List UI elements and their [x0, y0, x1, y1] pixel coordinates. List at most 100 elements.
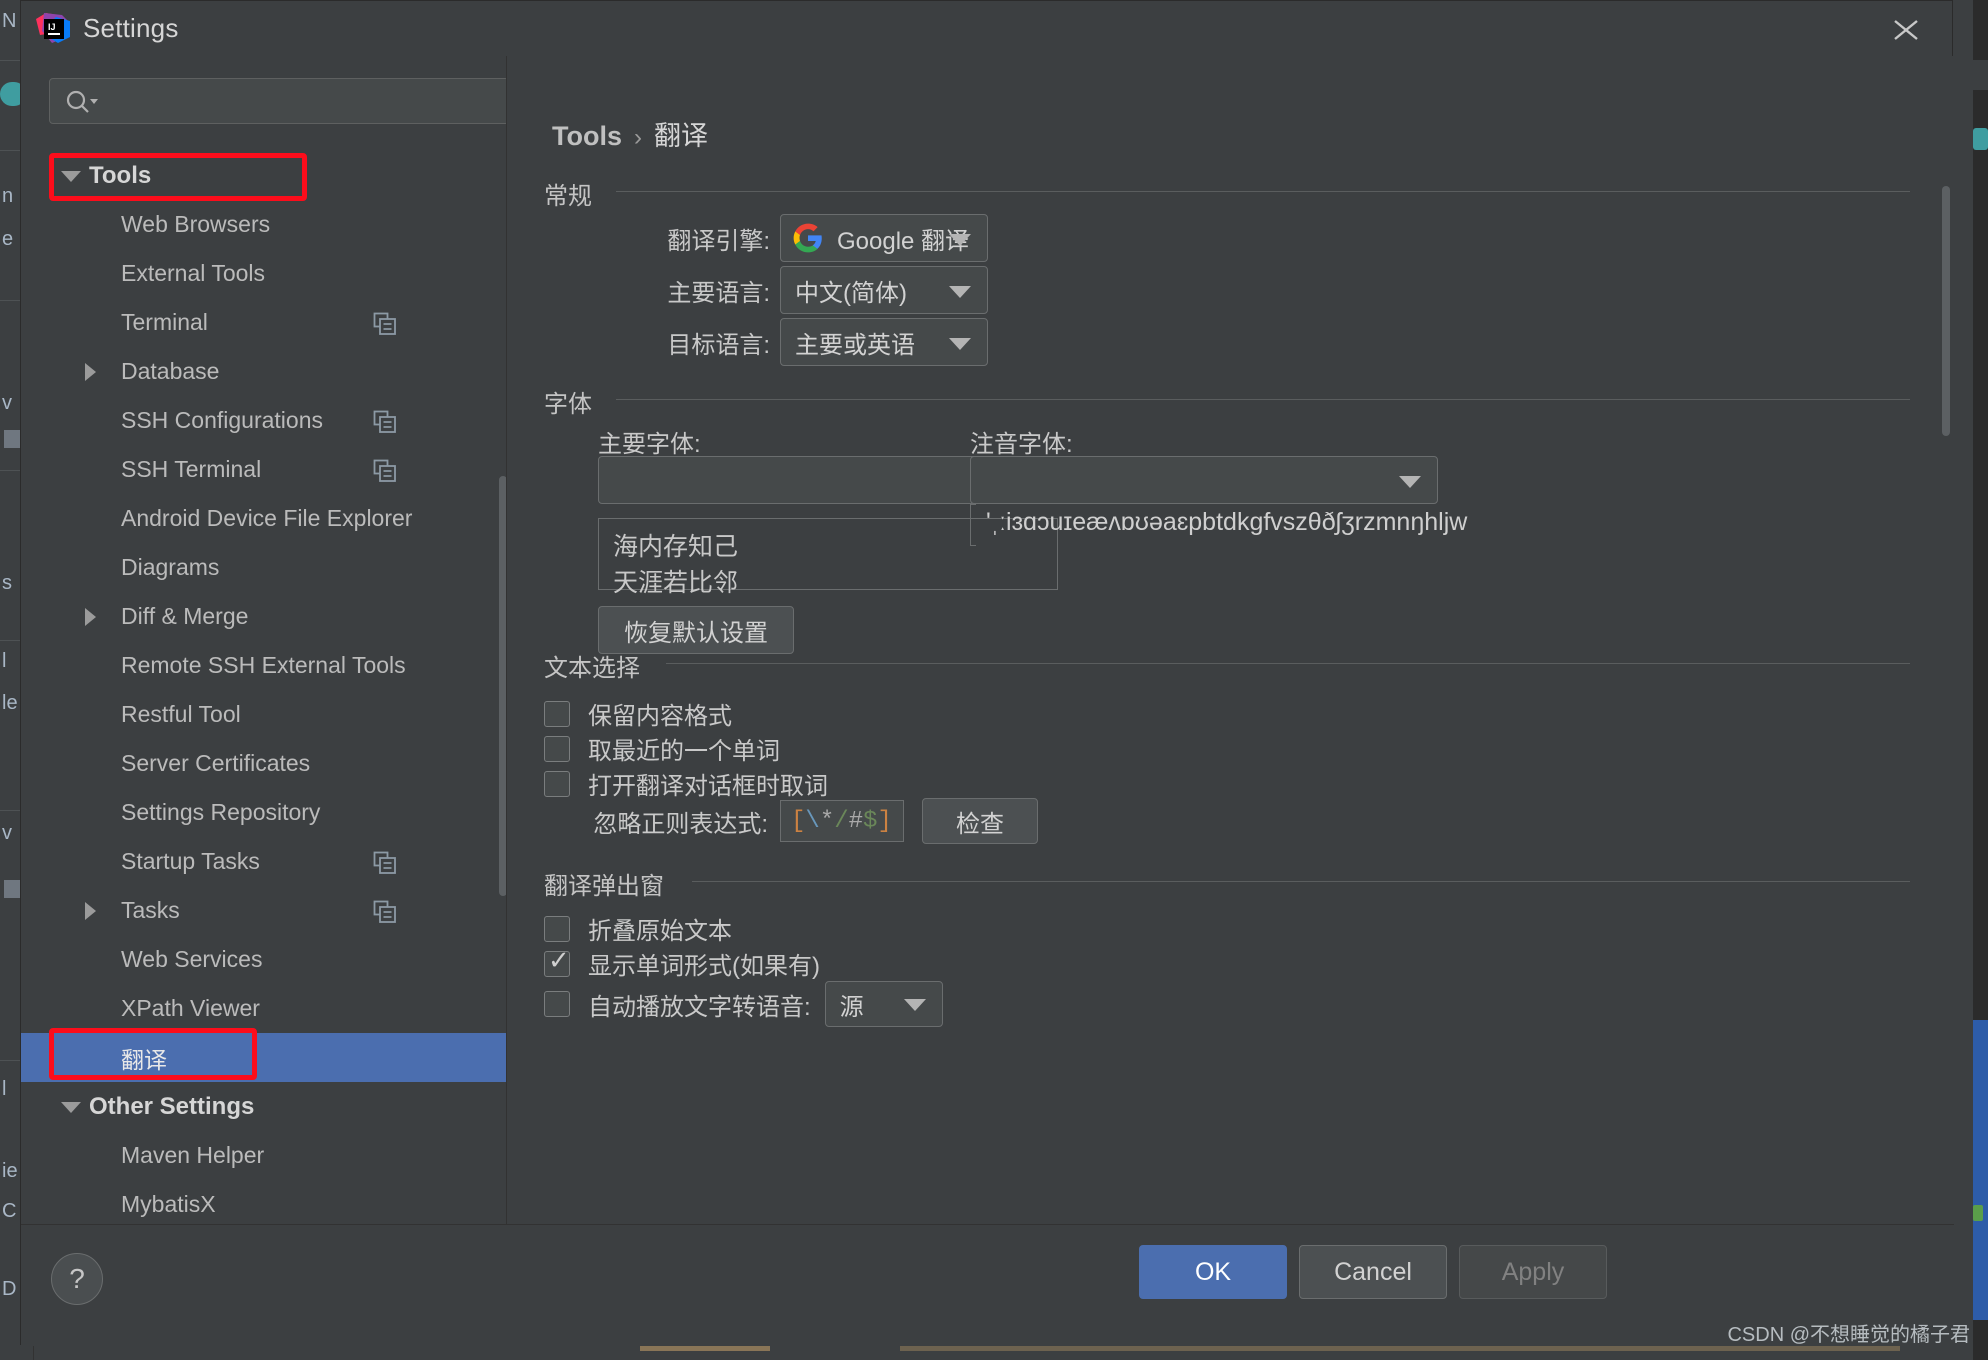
- section-font-rule: [616, 399, 1910, 400]
- checkbox-row[interactable]: 保留内容格式: [544, 696, 732, 731]
- tts-row[interactable]: 自动播放文字转语音: 源: [544, 981, 943, 1027]
- regex-token: #: [849, 808, 863, 835]
- sidebar-item-label: Tools: [21, 162, 151, 190]
- sidebar-item-startup-tasks[interactable]: Startup Tasks: [21, 837, 507, 886]
- ok-button[interactable]: OK: [1139, 1245, 1287, 1299]
- checkbox-row[interactable]: 打开翻译对话框时取词: [544, 766, 828, 801]
- sidebar-item-tools[interactable]: Tools: [21, 151, 507, 200]
- search-input[interactable]: [49, 78, 507, 124]
- sidebar-item-diff-merge[interactable]: Diff & Merge: [21, 592, 507, 641]
- intellij-idea-logo-icon: IJ: [36, 13, 70, 45]
- dialog-footer: ? OK Cancel Apply: [21, 1224, 1954, 1346]
- help-button[interactable]: ?: [51, 1253, 103, 1305]
- chevron-down-icon: [1399, 476, 1421, 488]
- chevron-down-icon[interactable]: [61, 171, 81, 182]
- sidebar-item-android-device-file-explorer[interactable]: Android Device File Explorer: [21, 494, 507, 543]
- background-teal-icon: [1973, 128, 1988, 150]
- sidebar-item-ssh-terminal[interactable]: SSH Terminal: [21, 445, 507, 494]
- sidebar-item-terminal[interactable]: Terminal: [21, 298, 507, 347]
- search-field[interactable]: [108, 88, 488, 116]
- sidebar-item-label: Settings Repository: [21, 799, 320, 826]
- svg-text:IJ: IJ: [48, 22, 56, 32]
- regex-token: /: [834, 808, 848, 835]
- chevron-right-icon[interactable]: [85, 608, 96, 626]
- tts-checkbox[interactable]: [544, 991, 570, 1017]
- primary-lang-select[interactable]: 中文(简体): [780, 266, 988, 314]
- checkbox-row[interactable]: 折叠原始文本: [544, 911, 732, 946]
- chevron-right-icon[interactable]: [85, 363, 96, 381]
- sidebar-item-翻译[interactable]: 翻译: [21, 1033, 507, 1082]
- regex-input[interactable]: [\*/#$]: [780, 800, 904, 842]
- regex-token: \: [805, 808, 819, 835]
- sidebar-item-restful-tool[interactable]: Restful Tool: [21, 690, 507, 739]
- checkbox-label: 显示单词形式(如果有): [588, 946, 820, 981]
- close-icon[interactable]: [1884, 9, 1928, 49]
- sidebar-item-label: Diff & Merge: [21, 603, 248, 630]
- google-logo-icon: [793, 223, 823, 253]
- sidebar-item-mybatisx[interactable]: MybatisX: [21, 1180, 507, 1224]
- copy-icon[interactable]: [373, 410, 397, 439]
- target-lang-value: 主要或英语: [781, 325, 915, 360]
- sidebar-item-server-certificates[interactable]: Server Certificates: [21, 739, 507, 788]
- sidebar-item-database[interactable]: Database: [21, 347, 507, 396]
- checkbox[interactable]: [544, 771, 570, 797]
- checkbox[interactable]: [544, 736, 570, 762]
- sidebar-item-label: Android Device File Explorer: [21, 505, 412, 532]
- phonetic-preview: 'ˌːiɜɑɔuɪeæʌɒʊəaɛpbtdkgfvszθðʃʒrzmnŋhljw: [986, 508, 1467, 537]
- sidebar-item-label: SSH Terminal: [21, 456, 261, 483]
- checkbox-row[interactable]: 显示单词形式(如果有): [544, 946, 820, 981]
- copy-icon[interactable]: [373, 851, 397, 880]
- copy-icon[interactable]: [373, 312, 397, 341]
- cancel-button[interactable]: Cancel: [1299, 1245, 1447, 1299]
- sidebar-item-label: Tasks: [21, 897, 180, 924]
- sidebar-item-diagrams[interactable]: Diagrams: [21, 543, 507, 592]
- phonetic-font-select[interactable]: [970, 456, 1438, 504]
- row-target-lang: 目标语言: 主要或英语: [544, 318, 988, 366]
- sidebar-item-ssh-configurations[interactable]: SSH Configurations: [21, 396, 507, 445]
- sidebar-item-maven-helper[interactable]: Maven Helper: [21, 1131, 507, 1180]
- checkbox-row[interactable]: 取最近的一个单词: [544, 731, 780, 766]
- breadcrumb-root[interactable]: Tools: [552, 121, 622, 151]
- section-font-title: 字体: [544, 384, 592, 419]
- sidebar-item-label: Startup Tasks: [21, 848, 260, 875]
- engine-select[interactable]: Google 翻译: [780, 214, 988, 262]
- sidebar-item-label: Web Browsers: [21, 211, 270, 238]
- checkbox[interactable]: [544, 916, 570, 942]
- sidebar-item-tasks[interactable]: Tasks: [21, 886, 507, 935]
- sidebar-item-web-browsers[interactable]: Web Browsers: [21, 200, 507, 249]
- sidebar-item-remote-ssh-external-tools[interactable]: Remote SSH External Tools: [21, 641, 507, 690]
- background-marker: [4, 430, 20, 448]
- sidebar-item-label: Server Certificates: [21, 750, 310, 777]
- check-button[interactable]: 检查: [922, 798, 1038, 844]
- chevron-down-icon[interactable]: [61, 1102, 81, 1113]
- chevron-down-icon: [949, 286, 971, 298]
- settings-main-panel: Tools›翻译 常规 翻译引擎:: [508, 56, 1954, 1224]
- checkbox[interactable]: [544, 951, 570, 977]
- sidebar-item-label: MybatisX: [21, 1191, 216, 1218]
- regex-label: 忽略正则表达式:: [508, 804, 768, 839]
- tts-select[interactable]: 源: [825, 981, 943, 1027]
- chevron-down-icon: [949, 338, 971, 350]
- target-lang-label: 目标语言:: [544, 325, 770, 360]
- tts-value: 源: [826, 987, 864, 1022]
- sidebar-scrollbar[interactable]: [499, 476, 507, 896]
- sidebar-item-settings-repository[interactable]: Settings Repository: [21, 788, 507, 837]
- breadcrumb-separator: ›: [634, 124, 642, 151]
- main-scrollbar[interactable]: [1942, 186, 1950, 436]
- section-general-rule: [616, 191, 1910, 192]
- target-lang-select[interactable]: 主要或英语: [780, 318, 988, 366]
- chevron-right-icon[interactable]: [85, 902, 96, 920]
- checkbox-label: 取最近的一个单词: [588, 731, 780, 766]
- sidebar-item-other-settings[interactable]: Other Settings: [21, 1082, 507, 1131]
- regex-token: ]: [877, 808, 891, 835]
- sidebar-item-web-services[interactable]: Web Services: [21, 935, 507, 984]
- sidebar-item-external-tools[interactable]: External Tools: [21, 249, 507, 298]
- regex-token: [: [791, 808, 805, 835]
- copy-icon[interactable]: [373, 900, 397, 929]
- section-popup-rule: [692, 881, 1910, 882]
- restore-defaults-button[interactable]: 恢复默认设置: [598, 606, 794, 654]
- copy-icon[interactable]: [373, 459, 397, 488]
- checkbox[interactable]: [544, 701, 570, 727]
- sidebar-item-xpath-viewer[interactable]: XPath Viewer: [21, 984, 507, 1033]
- sidebar-item-label: Remote SSH External Tools: [21, 652, 406, 679]
